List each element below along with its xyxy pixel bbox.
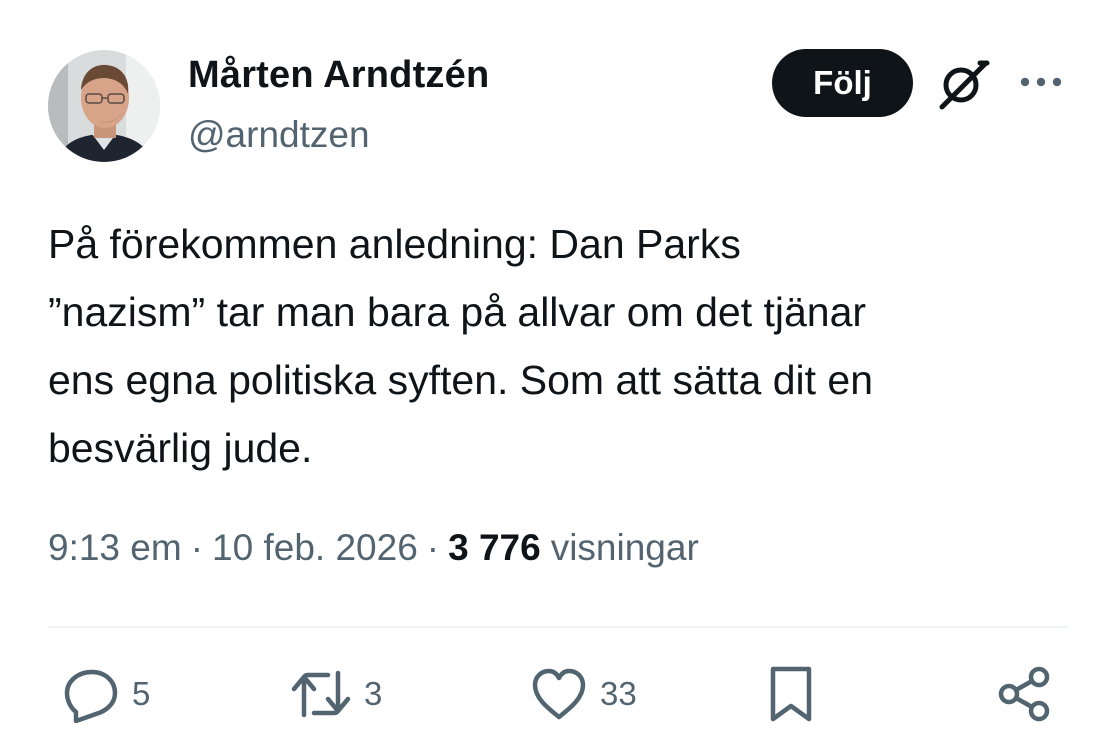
meta-separator: · xyxy=(190,527,204,568)
tweet: Mårten Arndtzén @arndtzen Följ På föreko… xyxy=(0,0,1116,745)
more-horizontal-icon[interactable] xyxy=(1018,70,1064,94)
share-button[interactable] xyxy=(996,664,1054,724)
like-button[interactable]: 33 xyxy=(530,664,637,724)
views-label: visningar xyxy=(550,527,699,568)
divider xyxy=(48,626,1068,628)
author-handle[interactable]: @arndtzen xyxy=(188,114,370,156)
avatar-image xyxy=(48,50,160,162)
tweet-time[interactable]: 9:13 em xyxy=(48,527,182,569)
reply-button[interactable]: 5 xyxy=(62,664,150,724)
like-icon xyxy=(532,668,586,720)
follow-button[interactable]: Följ xyxy=(772,49,913,117)
repost-icon xyxy=(291,670,351,718)
like-count: 33 xyxy=(600,675,637,712)
share-icon xyxy=(998,666,1050,722)
repost-count: 3 xyxy=(364,675,383,712)
reply-count: 5 xyxy=(132,675,151,712)
views-count[interactable]: 3 776 xyxy=(448,527,541,569)
meta-separator: · xyxy=(426,527,440,568)
bookmark-button[interactable] xyxy=(766,664,816,724)
tweet-date[interactable]: 10 feb. 2026 xyxy=(212,527,418,569)
tweet-text: På förekommen anledning: Dan Parks ”nazi… xyxy=(48,221,874,471)
reply-icon xyxy=(64,669,118,723)
tweet-meta: 9:13 em · 10 feb. 2026 · 3 776 visningar xyxy=(48,527,699,569)
bookmark-icon xyxy=(770,666,812,722)
repost-button[interactable]: 3 xyxy=(290,664,382,724)
avatar[interactable] xyxy=(48,50,160,162)
grok-icon[interactable] xyxy=(936,55,992,111)
author-display-name[interactable]: Mårten Arndtzén xyxy=(188,54,489,97)
